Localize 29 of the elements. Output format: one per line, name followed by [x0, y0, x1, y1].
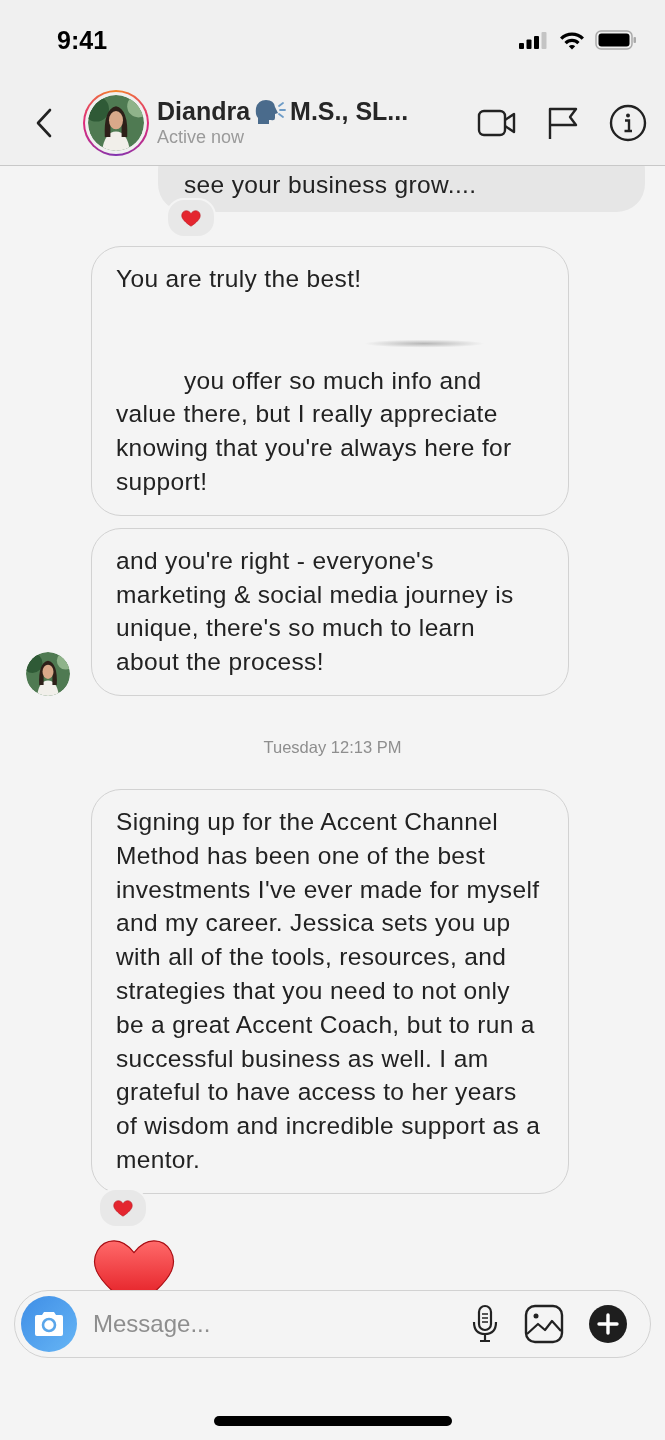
wifi-icon: [559, 30, 585, 50]
message-bubble[interactable]: and you're right - everyone's marketing & social media journey is unique, there's so much to learn about the process!: [91, 527, 569, 696]
microphone-icon[interactable]: [470, 1304, 500, 1344]
message-bubble[interactable]: see your business grow....: [158, 166, 645, 212]
message-text: you offer so much info and value there, but I really appreciate knowing that you're always here for support!: [116, 365, 513, 497]
speaking-head-icon: [254, 97, 287, 126]
gallery-icon[interactable]: [524, 1304, 564, 1344]
activity-status: Active now: [157, 127, 246, 148]
message-bubble[interactable]: [91, 788, 569, 1194]
message-bubble[interactable]: You are truly the best! you offer so much info and value there, but I really appreciate knowing that you're always here for support!: [91, 245, 569, 516]
signal-icon: [519, 31, 549, 49]
message-input[interactable]: Message...: [91, 1309, 470, 1339]
reaction-badge[interactable]: [166, 197, 216, 238]
flag-icon[interactable]: [547, 105, 579, 140]
timestamp: Tuesday 12:13 PM: [263, 737, 402, 757]
back-icon[interactable]: [35, 107, 53, 138]
add-icon[interactable]: [588, 1304, 628, 1344]
message-text: Signing up for the Accent Channel Method has been one of the best investments I've ever made for myself and my career. Jessica sets you up with all of the tools, resources, and strategies that you need to not only be a great Accent Coach, but to run a successful business as well. I am grateful to have access to her years of wisdom and incredible support as a mentor.: [116, 806, 542, 1175]
heart-icon[interactable]: [93, 1237, 175, 1290]
battery-icon: [595, 30, 637, 50]
contact-credentials: M.S., SL...: [290, 97, 409, 126]
info-icon[interactable]: [609, 103, 647, 142]
video-call-icon[interactable]: [477, 107, 517, 138]
message-text: and you're right - everyone's marketing & social media journey is unique, there's so much to learn about the process!: [116, 545, 515, 678]
message-text: You are truly the best!: [116, 263, 363, 294]
camera-icon: [32, 1310, 66, 1338]
camera-button[interactable]: [21, 1296, 77, 1352]
contact-name: Diandra: [157, 97, 251, 126]
status-time: 9:41: [57, 25, 108, 55]
